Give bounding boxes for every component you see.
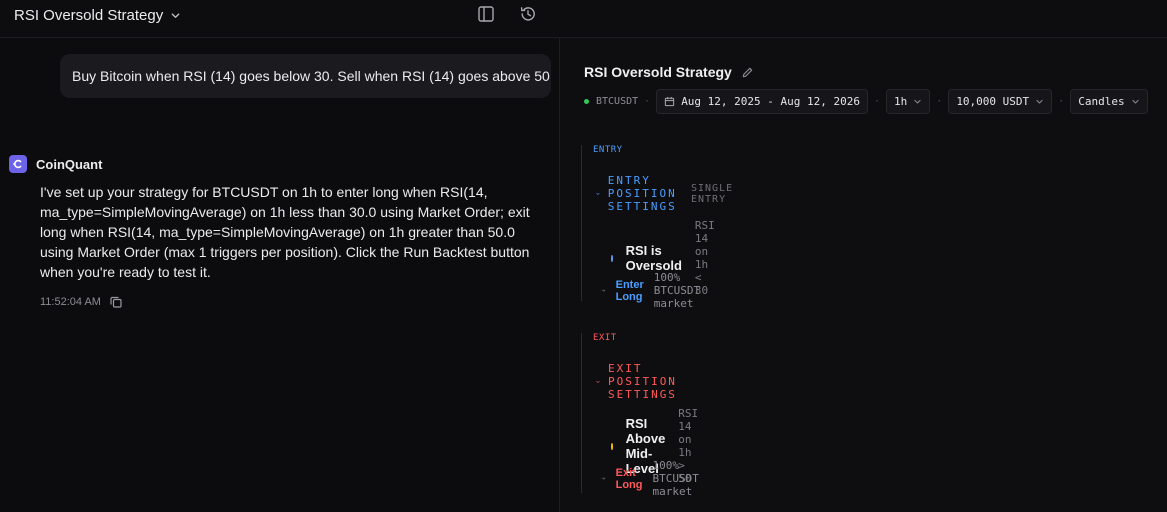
calendar-icon	[665, 97, 675, 107]
exit-tag: EXIT	[593, 333, 617, 343]
bot-header: CoinQuant	[9, 155, 102, 173]
separator: ·	[1058, 96, 1065, 107]
status-dot	[584, 99, 589, 104]
chevron-down-icon	[1036, 99, 1043, 104]
sidebar-toggle-button[interactable]	[477, 5, 495, 23]
history-button[interactable]	[519, 5, 537, 23]
capital-value: 10,000 USDT	[956, 95, 1030, 108]
separator: ·	[644, 96, 651, 107]
entry-settings-toggle[interactable]: ENTRY POSITION SETTINGS SINGLE ENTRY	[596, 174, 733, 213]
timeframe-select[interactable]: 1h	[886, 89, 931, 114]
arrow-right-icon	[601, 289, 606, 292]
chevron-down-icon	[596, 380, 600, 383]
exit-section: EXIT EXIT POSITION SETTINGS RSI Above Mi…	[581, 333, 699, 498]
strategy-panel: RSI Oversold Strategy BTCUSDT · Aug 12, …	[559, 38, 1167, 512]
pencil-icon[interactable]	[741, 66, 754, 79]
entry-condition-name: RSI is Oversold	[625, 243, 682, 273]
bot-message-text: I've set up your strategy for BTCUSDT on…	[40, 184, 530, 280]
arrow-right-icon	[601, 477, 606, 480]
entry-action-detail: 100% BTCUSDT market	[653, 271, 701, 310]
exit-action[interactable]: Exit Long 100% BTCUSDT market	[601, 459, 705, 498]
exit-settings-heading: EXIT POSITION SETTINGS	[607, 362, 677, 401]
chevron-down-icon	[1131, 99, 1139, 104]
entry-section: ENTRY ENTRY POSITION SETTINGS SINGLE ENT…	[581, 145, 732, 310]
entry-tag: ENTRY	[593, 145, 623, 155]
entry-condition-dot	[611, 254, 613, 262]
symbol-label: BTCUSDT	[596, 96, 639, 107]
top-bar: RSI Oversold Strategy	[0, 0, 1167, 38]
strategy-header: RSI Oversold Strategy	[584, 64, 754, 80]
chat-panel: Buy Bitcoin when RSI (14) goes below 30.…	[0, 38, 559, 512]
chart-type-value: Candles	[1078, 95, 1125, 108]
copy-icon[interactable]	[109, 295, 123, 309]
entry-settings-heading: ENTRY POSITION SETTINGS	[607, 174, 677, 213]
user-message-bubble: Buy Bitcoin when RSI (14) goes below 30.…	[60, 54, 551, 98]
coinquant-logo-icon	[13, 159, 22, 169]
entry-action-label: Enter Long	[615, 278, 644, 303]
capital-select[interactable]: 10,000 USDT	[948, 89, 1053, 114]
chevron-down-icon	[914, 99, 921, 104]
message-timestamp: 11:52:04 AM	[40, 296, 101, 308]
exit-action-label: Exit Long	[615, 466, 643, 491]
avatar	[9, 155, 27, 173]
exit-condition-dot	[611, 442, 613, 450]
user-message-text: Buy Bitcoin when RSI (14) goes below 30.…	[72, 68, 550, 84]
chevron-down-icon	[596, 192, 600, 195]
entry-mode-label: SINGLE ENTRY	[690, 182, 734, 205]
exit-action-detail: 100% BTCUSDT market	[652, 459, 699, 498]
date-range-value: Aug 12, 2025 - Aug 12, 2026	[681, 95, 860, 108]
chart-type-select[interactable]: Candles	[1070, 89, 1148, 114]
separator: ·	[874, 96, 881, 107]
separator: ·	[936, 96, 943, 107]
strategy-toolbar: BTCUSDT · Aug 12, 2025 - Aug 12, 2026 · …	[584, 89, 1148, 114]
date-range-picker[interactable]: Aug 12, 2025 - Aug 12, 2026	[656, 89, 868, 114]
chevron-down-icon	[171, 12, 180, 18]
sidebar-layout-icon	[478, 6, 494, 22]
strategy-title-dropdown[interactable]: RSI Oversold Strategy	[14, 6, 181, 24]
history-icon	[520, 7, 535, 21]
timeframe-value: 1h	[894, 95, 908, 108]
bot-name: CoinQuant	[36, 156, 103, 172]
exit-settings-toggle[interactable]: EXIT POSITION SETTINGS	[596, 362, 683, 401]
app-title: RSI Oversold Strategy	[14, 6, 164, 24]
entry-action[interactable]: Enter Long 100% BTCUSDT market	[601, 271, 706, 310]
strategy-title: RSI Oversold Strategy	[584, 64, 732, 80]
message-meta: 11:52:04 AM	[40, 295, 123, 309]
